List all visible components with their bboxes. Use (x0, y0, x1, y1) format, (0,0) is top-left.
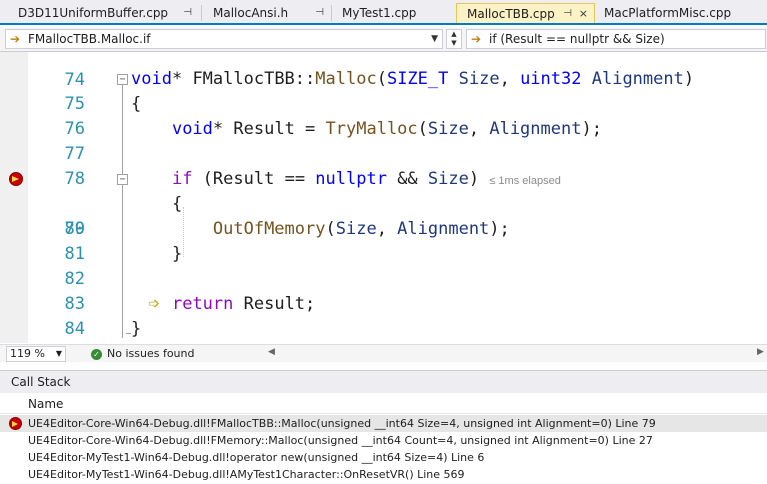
tab-d3d11uniformbuffer[interactable]: D3D11UniformBuffer.cpp ⊣ (8, 3, 198, 23)
tab-macplatformmisc[interactable]: MacPlatformMisc.cpp (594, 3, 767, 23)
call-stack-row[interactable]: UE4Editor-Core-Win64-Debug.dll!FMallocTB… (0, 415, 767, 432)
code-text: } (131, 244, 183, 264)
editor-status-bar: 119 % ▼ ✓ No issues found ◀ ▶ (0, 344, 767, 362)
pin-icon[interactable]: ⊣ (315, 3, 324, 23)
code-text: { (131, 194, 183, 214)
dropdown-icon[interactable]: ▼ (431, 30, 438, 48)
dropdown-icon[interactable]: ▼ (56, 347, 62, 361)
column-name[interactable]: Name (28, 397, 63, 411)
zoom-dropdown[interactable]: 119 % ▼ (6, 346, 66, 362)
fold-icon[interactable]: − (117, 174, 128, 185)
tab-label: MyTest1.cpp (342, 6, 417, 20)
scroll-right-icon[interactable]: ▶ (757, 347, 764, 357)
document-tab-bar: D3D11UniformBuffer.cpp ⊣ MallocAnsi.h ⊣ … (0, 0, 767, 25)
code-line-76[interactable]: 76 { (0, 92, 767, 139)
code-line-74[interactable]: 74 (0, 52, 767, 90)
call-stack-column-header: Name (0, 394, 767, 414)
code-text: void* Result = TryMalloc(Size, Alignment… (171, 119, 602, 139)
fold-icon[interactable]: − (117, 74, 128, 85)
code-line-79[interactable]: 79 − if (Result == nullptr && Size) ≤ 1m… (0, 167, 767, 239)
frame-text: UE4Editor-Core-Win64-Debug.dll!FMemory::… (28, 434, 653, 447)
tab-separator (201, 5, 202, 21)
frame-text: UE4Editor-MyTest1-Win64-Debug.dll!operat… (28, 451, 485, 464)
code-line-75[interactable]: 75 − void* FMallocTBB::Malloc(SIZE_T Siz… (0, 67, 767, 114)
scope-value: FMallocTBB.Malloc.if (28, 32, 151, 46)
line-number: 85 (28, 342, 85, 343)
code-line-81[interactable]: 81 OutOfMemory(Size, Alignment); (0, 217, 767, 264)
code-text: } (131, 319, 142, 339)
call-stack-row[interactable]: UE4Editor-Core-Win64-Debug.dll!FMemory::… (0, 432, 767, 449)
code-line-78[interactable]: 78 (0, 142, 767, 189)
call-stack-row[interactable]: UE4Editor-MyTest1-Win64-Debug.dll!AMyTes… (0, 466, 767, 483)
code-line-82[interactable]: 82 ➩ } (0, 242, 767, 312)
member-value: if (Result == nullptr && Size) (489, 32, 665, 46)
code-text: { (131, 94, 142, 114)
scope-dropdown[interactable]: ➔ FMallocTBB.Malloc.if ▼ (5, 29, 443, 49)
code-text: return Result; (171, 294, 316, 314)
code-line-83[interactable]: 83 (0, 267, 767, 314)
zoom-value: 119 % (10, 347, 45, 360)
code-text: OutOfMemory(Size, Alignment); (212, 219, 510, 239)
code-line-80[interactable]: 80 { (0, 192, 767, 239)
tab-label: MallocTBB.cpp (467, 7, 555, 21)
code-editor[interactable]: 74 75 − void* FMallocTBB::Malloc(SIZE_T … (0, 52, 767, 343)
tab-mallocansi[interactable]: MallocAnsi.h ⊣ (203, 3, 330, 23)
breakpoint-current-icon[interactable] (9, 172, 23, 186)
frame-text: UE4Editor-MyTest1-Win64-Debug.dll!AMyTes… (28, 468, 465, 481)
code-line-84[interactable]: 84 return Result; (0, 292, 767, 339)
panel-title: Call Stack (11, 375, 71, 389)
code-line-77[interactable]: 77 void* Result = TryMalloc(Size, Alignm… (0, 117, 767, 164)
tab-malloctbb-active[interactable]: MallocTBB.cpp ⊣ × (456, 3, 595, 23)
call-stack-row[interactable]: UE4Editor-MyTest1-Win64-Debug.dll!operat… (0, 449, 767, 466)
arrow-right-icon: ➔ (471, 32, 482, 46)
breakpoint-current-icon (9, 417, 22, 430)
tab-label: D3D11UniformBuffer.cpp (18, 6, 169, 20)
call-stack-title-bar: Call Stack (0, 370, 767, 393)
code-text: if (Result == nullptr && Size) ≤ 1ms ela… (171, 169, 561, 189)
tab-mytest1[interactable]: MyTest1.cpp (332, 3, 452, 23)
code-text: void* FMallocTBB::Malloc(SIZE_T Size, ui… (131, 69, 695, 89)
frame-text: UE4Editor-Core-Win64-Debug.dll!FMallocTB… (28, 417, 656, 430)
scroll-left-icon[interactable]: ◀ (268, 347, 275, 357)
close-icon[interactable]: × (579, 4, 588, 23)
pin-icon[interactable]: ⊣ (183, 3, 192, 23)
navigation-spinner[interactable]: ▲ ▼ (446, 29, 462, 49)
tab-label: MallocAnsi.h (213, 6, 289, 20)
tab-label: MacPlatformMisc.cpp (604, 6, 732, 20)
navigation-bar: ➔ FMallocTBB.Malloc.if ▼ ▲ ▼ ➔ if (Result… (0, 27, 767, 52)
member-dropdown[interactable]: ➔ if (Result == nullptr && Size) (466, 29, 766, 49)
code-line-85[interactable]: 85 } (0, 317, 767, 342)
perf-tip[interactable]: ≤ 1ms elapsed (489, 175, 560, 187)
issues-status[interactable]: No issues found (107, 347, 194, 360)
check-icon: ✓ (91, 349, 102, 360)
arrow-right-icon: ➔ (10, 32, 21, 46)
pin-icon[interactable]: ⊣ (563, 4, 572, 23)
